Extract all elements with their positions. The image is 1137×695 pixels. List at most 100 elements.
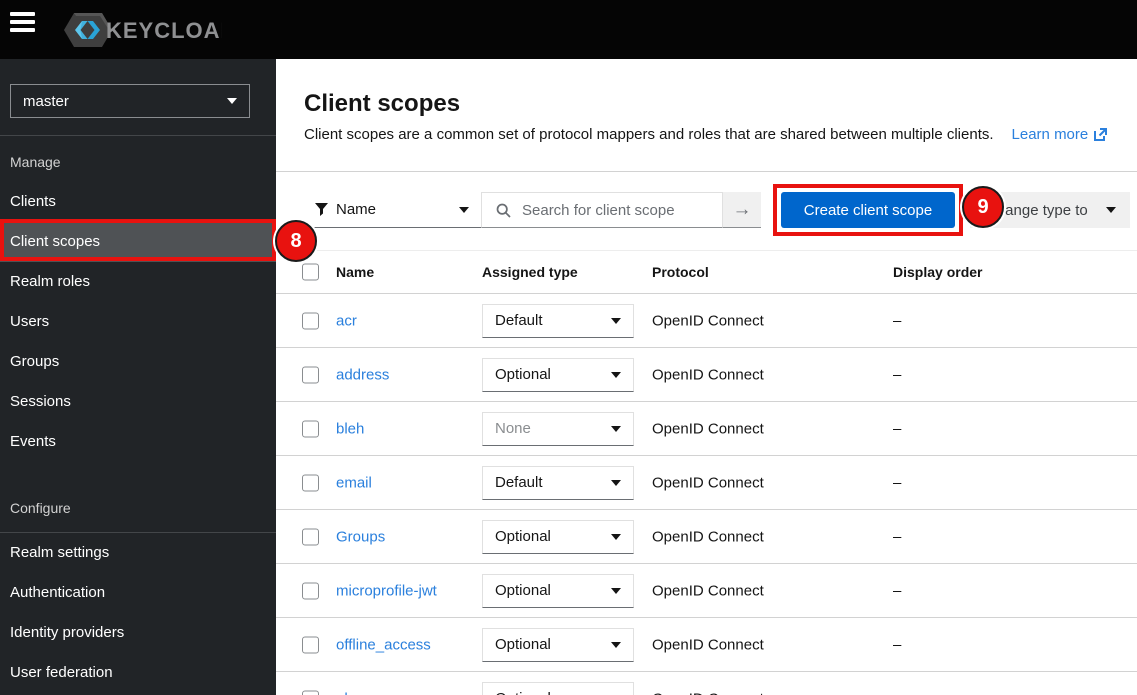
sidebar-item-client-scopes[interactable]: Client scopes [0, 222, 276, 262]
scope-name-link[interactable]: bleh [336, 420, 364, 437]
assigned-type-select[interactable]: Optional [482, 574, 634, 608]
kebab-menu-icon[interactable]: ⋮ [1132, 690, 1137, 695]
realm-selector[interactable]: master [10, 84, 250, 118]
page-header-divider [276, 171, 1137, 172]
realm-selector-value: master [23, 93, 227, 110]
column-header-assigned-type: Assigned type [482, 264, 578, 280]
kebab-menu-icon[interactable]: ⋮ [1132, 420, 1137, 437]
scope-name-link[interactable]: Groups [336, 528, 385, 545]
caret-down-icon [611, 426, 621, 432]
table-row: microprofile-jwt Optional OpenID Connect… [276, 564, 1137, 618]
sidebar-item-events[interactable]: Events [0, 422, 276, 462]
magnifier-icon [496, 203, 511, 218]
protocol-cell: OpenID Connect [652, 636, 764, 653]
scope-name-link[interactable]: offline_access [336, 636, 431, 653]
assigned-type-select[interactable]: Default [482, 304, 634, 338]
caret-down-icon [227, 98, 237, 104]
change-type-label: Change type to [986, 202, 1106, 219]
table-row: offline_access Optional OpenID Connect –… [276, 618, 1137, 672]
caret-down-icon [611, 588, 621, 594]
display-order-cell: – [893, 366, 901, 383]
caret-down-icon [459, 207, 469, 213]
assigned-type-select[interactable]: Optional [482, 682, 634, 695]
hamburger-icon[interactable] [10, 11, 36, 33]
sidebar-item-user-federation[interactable]: User federation [0, 653, 276, 693]
kebab-menu-icon[interactable]: ⋮ [1132, 582, 1137, 599]
annotation-step-badge: 9 [962, 186, 1004, 228]
table-row: email Default OpenID Connect – ⋮ [276, 456, 1137, 510]
scope-name-link[interactable]: phone [336, 690, 378, 695]
arrow-right-icon: → [733, 199, 752, 221]
sidebar-item-groups[interactable]: Groups [0, 342, 276, 382]
kebab-menu-icon[interactable]: ⋮ [1132, 528, 1137, 545]
row-checkbox[interactable] [302, 690, 319, 695]
table-row: address Optional OpenID Connect – ⋮ [276, 348, 1137, 402]
assigned-type-select[interactable]: Optional [482, 628, 634, 662]
scope-name-link[interactable]: email [336, 474, 372, 491]
assigned-type-select[interactable]: Optional [482, 358, 634, 392]
external-link-icon [1094, 128, 1107, 141]
kebab-menu-icon[interactable]: ⋮ [1132, 474, 1137, 491]
sidebar-item-authentication[interactable]: Authentication [0, 573, 276, 613]
scope-name-link[interactable]: microprofile-jwt [336, 582, 437, 599]
sidebar-item-clients[interactable]: Clients [0, 182, 276, 222]
row-checkbox[interactable] [302, 366, 319, 383]
create-client-scope-button[interactable]: Create client scope [781, 192, 955, 228]
sidebar-item-sessions[interactable]: Sessions [0, 382, 276, 422]
scope-name-link[interactable]: address [336, 366, 389, 383]
caret-down-icon [611, 318, 621, 324]
sidebar-item-realm-roles[interactable]: Realm roles [0, 262, 276, 302]
learn-more-link[interactable]: Learn more [1012, 126, 1108, 143]
keycloak-logo-icon: KEYCLOAK [62, 10, 222, 50]
assigned-type-select[interactable]: Optional [482, 520, 634, 554]
sidebar-item-identity-providers[interactable]: Identity providers [0, 613, 276, 653]
caret-down-icon [611, 642, 621, 648]
display-order-cell: – [893, 312, 901, 329]
table-header-row: Name Assigned type Protocol Display orde… [276, 250, 1137, 294]
display-order-cell: – [893, 582, 901, 599]
caret-down-icon [611, 534, 621, 540]
display-order-cell: – [893, 528, 901, 545]
protocol-cell: OpenID Connect [652, 582, 764, 599]
row-checkbox[interactable] [302, 582, 319, 599]
filter-funnel-icon [315, 203, 328, 216]
search-box [481, 192, 723, 228]
nav-section-configure: Configure [0, 482, 276, 533]
table-row: bleh None OpenID Connect – ⋮ [276, 402, 1137, 456]
protocol-cell: OpenID Connect [652, 420, 764, 437]
display-order-cell: – [893, 474, 901, 491]
table-row: Groups Optional OpenID Connect – ⋮ [276, 510, 1137, 564]
row-checkbox[interactable] [302, 636, 319, 653]
sidebar-item-realm-settings[interactable]: Realm settings [0, 533, 276, 573]
app-name-text: KEYCLOAK [106, 18, 222, 43]
sidebar-nav: Manage Clients Client scopes Realm roles… [0, 136, 276, 693]
column-header-name: Name [336, 264, 374, 280]
kebab-menu-icon[interactable]: ⋮ [1132, 366, 1137, 383]
table-row: phone Optional OpenID Connect – ⋮ [276, 672, 1137, 695]
masthead: KEYCLOAK [0, 0, 1137, 59]
caret-down-icon [611, 480, 621, 486]
main-content: Client scopes Client scopes are a common… [276, 59, 1137, 695]
display-order-cell: – [893, 690, 901, 695]
select-all-checkbox[interactable] [302, 264, 319, 281]
row-checkbox[interactable] [302, 312, 319, 329]
row-checkbox[interactable] [302, 474, 319, 491]
column-header-display-order: Display order [893, 264, 982, 280]
search-input[interactable] [520, 201, 704, 220]
row-checkbox[interactable] [302, 528, 319, 545]
page-description-text: Client scopes are a common set of protoc… [304, 126, 994, 143]
sidebar: master Manage Clients Client scopes Real… [0, 59, 276, 695]
filter-type-select[interactable]: Name [305, 192, 481, 228]
column-header-protocol: Protocol [652, 264, 709, 280]
kebab-menu-icon[interactable]: ⋮ [1132, 636, 1137, 653]
table-row: acr Default OpenID Connect – ⋮ [276, 294, 1137, 348]
page-description: Client scopes are a common set of protoc… [304, 126, 1107, 143]
kebab-menu-icon[interactable]: ⋮ [1132, 312, 1137, 329]
row-checkbox[interactable] [302, 420, 319, 437]
sidebar-item-users[interactable]: Users [0, 302, 276, 342]
protocol-cell: OpenID Connect [652, 690, 764, 695]
scope-name-link[interactable]: acr [336, 312, 357, 329]
assigned-type-select[interactable]: Default [482, 466, 634, 500]
assigned-type-select[interactable]: None [482, 412, 634, 446]
search-submit-button[interactable]: → [723, 192, 761, 228]
